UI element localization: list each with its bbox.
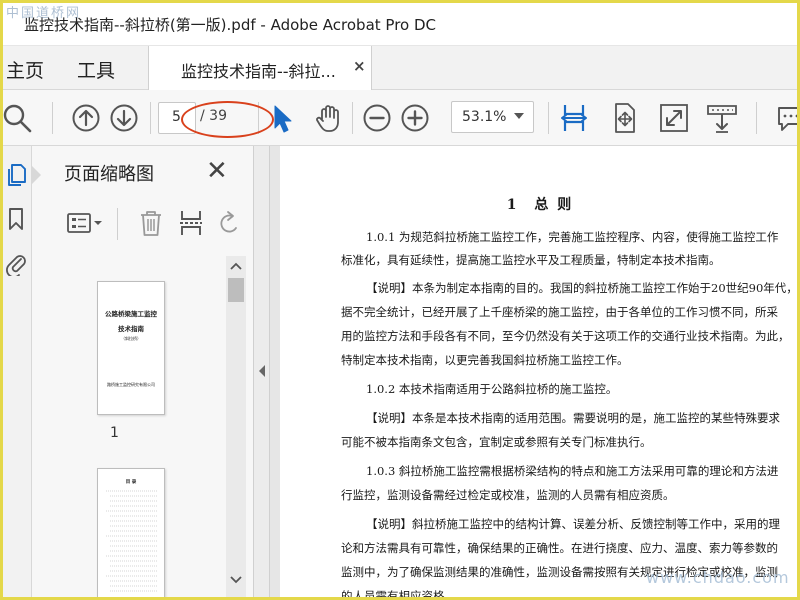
thumbnail-page-number: 1 [110,425,119,441]
document-line: 论和方法需具有可靠性，确保结果的正确性。在进行挠度、应力、温度、索力等参数的 [341,541,778,555]
panel-divider [117,208,118,240]
thumbnail-page-2[interactable]: 目 录 [97,468,165,600]
thumbnail-page-1[interactable]: 公路桥梁施工监控 技术指南 （斜拉桥） 路桥施工监控研究有限公司 [97,281,165,415]
trash-icon[interactable] [136,208,166,238]
rotate-page-icon[interactable] [218,208,238,238]
thumbnail-scrollbar[interactable] [226,256,246,600]
watermark-bottom: www.chdao.com [646,568,790,587]
title-bar: 中国道桥网 监控技术指南--斜拉桥(第一版).pdf - Adobe Acrob… [0,0,800,46]
tab-close-button[interactable]: × [353,57,366,75]
navigation-rail [0,146,32,600]
document-line: 用的监控方法和手段各有不同，至今仍然没有关于这项工作的交通行业技术指南。为此， [341,329,790,343]
hand-tool-icon[interactable] [312,101,346,135]
comment-icon[interactable] [774,101,800,135]
insert-page-icon[interactable] [176,208,206,238]
document-line: 1.0.2 本技术指南适用于公路斜拉桥的施工监控。 [366,382,618,396]
toolbar-divider [150,102,151,134]
menu-tools[interactable]: 工具 [77,56,115,83]
menu-home[interactable]: 主页 [6,56,44,83]
fit-page-icon[interactable] [607,101,641,135]
toolbar-divider [52,102,53,134]
document-line: 的人员需有相应资格。 [341,589,456,600]
thumbnail-subtitle: （斜拉桥） [121,336,141,341]
page-thumbnails-icon[interactable] [4,162,28,188]
attachment-icon[interactable] [4,250,28,276]
document-line: 1.0.3 斜拉桥施工监控需根据桥梁结构的特点和施工方法采用可靠的理论和方法进 [366,464,779,478]
thumbnail-footer: 路桥施工监控研究有限公司 [107,382,155,387]
tab-document-label: 监控技术指南--斜拉... [181,62,336,81]
chevron-down-icon[interactable] [230,576,242,584]
scrollbar-thumb[interactable] [228,278,244,302]
tab-bar: 主页 工具 监控技术指南--斜拉... × [0,46,800,90]
fit-width-icon[interactable] [557,101,591,135]
window-title: 监控技术指南--斜拉桥(第一版).pdf - Adobe Acrobat Pro… [24,16,436,34]
toolbar-divider [352,102,353,134]
document-line: 据不完全统计，已经开展了上千座桥梁的施工监控，由于各单位的工作习惯不同，所采 [341,305,778,319]
section-heading: 1 总 则 [506,197,574,213]
search-icon[interactable] [0,101,34,135]
close-icon[interactable]: ✕ [206,156,228,186]
document-line: 1.0.1 为规范斜拉桥施工监控工作，完善施工监控程序、内容，使得施工监控工作 [366,230,779,244]
chevron-left-icon[interactable] [258,364,266,378]
panel-pointer [32,166,41,184]
document-page: 1 总 则 1.0.1 为规范斜拉桥施工监控工作，完善施工监控程序、内容，使得施… [280,146,800,600]
thumbnail-title-line-1: 公路桥梁施工监控 [105,310,157,318]
annotation-ellipse [181,101,274,138]
panel-title: 页面缩略图 [64,164,154,185]
chevron-up-icon[interactable] [230,262,242,270]
previous-page-icon[interactable] [69,101,103,135]
tab-document[interactable]: 监控技术指南--斜拉... × [148,46,372,90]
document-line: 【说明】本条是本技术指南的适用范围。需要说明的是，施工监控的某些特殊要求 [366,411,780,425]
chevron-down-icon[interactable] [514,113,524,119]
document-line: 可能不被本指南条文包含，宜制定或参照有关专门标准执行。 [341,435,652,449]
scrolling-mode-icon[interactable] [705,101,739,135]
thumbnail-options-icon[interactable] [66,208,106,238]
bookmark-icon[interactable] [4,206,28,232]
thumbnail-title-line-2: 技术指南 [118,325,144,333]
document-line: 【说明】斜拉桥施工监控中的结构计算、误差分析、反馈控制等工作中，采用的理 [366,517,780,531]
toolbar-divider [756,102,757,134]
document-line: 行监控，监测设备需经过检定或校准，监测的人员需有相应资质。 [341,488,675,502]
full-screen-icon[interactable] [657,101,691,135]
zoom-out-icon[interactable] [360,101,394,135]
document-line: 【说明】本条为制定本指南的目的。我国的斜拉桥施工监控工作始于20世纪90年代， [366,281,798,295]
document-line: 标准化，具有延续性，提高施工监控水平及工程质量，特制定本技术指南。 [341,253,721,267]
thumbnail-list: 公路桥梁施工监控 技术指南 （斜拉桥） 路桥施工监控研究有限公司 目 录 [32,256,226,600]
zoom-in-icon[interactable] [398,101,432,135]
document-line: 特制定本技术指南，以更完善我国斜拉桥施工监控工作。 [341,353,629,367]
panel-collapse-handle[interactable] [254,146,270,600]
toolbar [0,90,800,146]
next-page-icon[interactable] [107,101,141,135]
thumbnail-toc-lines [106,490,158,592]
document-view[interactable]: 1 总 则 1.0.1 为规范斜拉桥施工监控工作，完善施工监控程序、内容，使得施… [270,146,800,600]
toolbar-divider [548,102,549,134]
